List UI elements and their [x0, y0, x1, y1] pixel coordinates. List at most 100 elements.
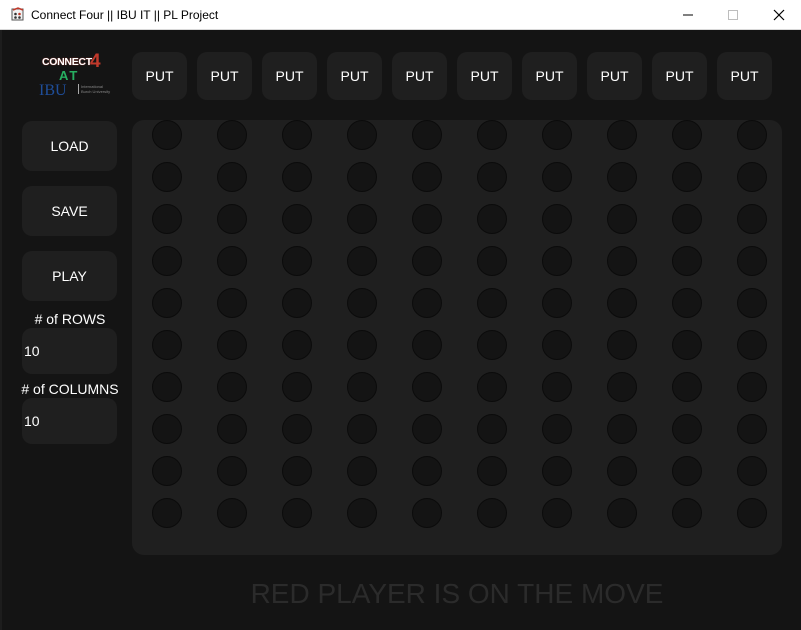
board-cell[interactable] [542, 456, 572, 486]
board-cell[interactable] [217, 204, 247, 234]
close-button[interactable] [756, 0, 801, 30]
board-cell[interactable] [412, 330, 442, 360]
board-cell[interactable] [477, 498, 507, 528]
board-cell[interactable] [542, 414, 572, 444]
board-cell[interactable] [217, 330, 247, 360]
board-cell[interactable] [217, 120, 247, 150]
play-button[interactable]: PLAY [22, 251, 117, 301]
board-cell[interactable] [477, 246, 507, 276]
board-cell[interactable] [607, 204, 637, 234]
board-cell[interactable] [152, 330, 182, 360]
board-cell[interactable] [217, 498, 247, 528]
put-button-col-6[interactable]: PUT [457, 52, 512, 100]
columns-input[interactable] [22, 398, 117, 444]
board-cell[interactable] [412, 204, 442, 234]
board-cell[interactable] [607, 498, 637, 528]
board-cell[interactable] [672, 246, 702, 276]
board-cell[interactable] [607, 288, 637, 318]
board-cell[interactable] [477, 204, 507, 234]
board-cell[interactable] [672, 372, 702, 402]
board-cell[interactable] [607, 414, 637, 444]
board-cell[interactable] [672, 498, 702, 528]
board-cell[interactable] [542, 288, 572, 318]
put-button-col-5[interactable]: PUT [392, 52, 447, 100]
board-cell[interactable] [477, 162, 507, 192]
put-button-col-8[interactable]: PUT [587, 52, 642, 100]
board-cell[interactable] [737, 414, 767, 444]
board-cell[interactable] [412, 414, 442, 444]
board-cell[interactable] [152, 204, 182, 234]
board-cell[interactable] [477, 120, 507, 150]
board-cell[interactable] [477, 414, 507, 444]
board-cell[interactable] [542, 162, 572, 192]
board-cell[interactable] [282, 120, 312, 150]
board-cell[interactable] [217, 246, 247, 276]
board-cell[interactable] [217, 372, 247, 402]
put-button-col-3[interactable]: PUT [262, 52, 317, 100]
board-cell[interactable] [412, 498, 442, 528]
board-cell[interactable] [152, 498, 182, 528]
board-cell[interactable] [347, 162, 377, 192]
board-cell[interactable] [282, 204, 312, 234]
board-cell[interactable] [412, 120, 442, 150]
board-cell[interactable] [607, 330, 637, 360]
board-cell[interactable] [347, 120, 377, 150]
put-button-col-7[interactable]: PUT [522, 52, 577, 100]
board-cell[interactable] [217, 288, 247, 318]
board-cell[interactable] [347, 330, 377, 360]
board-cell[interactable] [412, 288, 442, 318]
put-button-col-1[interactable]: PUT [132, 52, 187, 100]
board-cell[interactable] [737, 288, 767, 318]
board-cell[interactable] [282, 372, 312, 402]
board-cell[interactable] [412, 456, 442, 486]
rows-input[interactable] [22, 328, 117, 374]
board-cell[interactable] [282, 246, 312, 276]
board-cell[interactable] [412, 162, 442, 192]
board-cell[interactable] [737, 498, 767, 528]
put-button-col-9[interactable]: PUT [652, 52, 707, 100]
board-cell[interactable] [737, 162, 767, 192]
board-cell[interactable] [607, 162, 637, 192]
board-cell[interactable] [347, 498, 377, 528]
board-cell[interactable] [282, 288, 312, 318]
board-cell[interactable] [672, 456, 702, 486]
board-cell[interactable] [737, 372, 767, 402]
board-cell[interactable] [152, 288, 182, 318]
minimize-button[interactable] [665, 0, 711, 30]
board-cell[interactable] [737, 204, 767, 234]
board-cell[interactable] [152, 456, 182, 486]
board-cell[interactable] [477, 372, 507, 402]
put-button-col-4[interactable]: PUT [327, 52, 382, 100]
board-cell[interactable] [152, 120, 182, 150]
board-cell[interactable] [542, 498, 572, 528]
board-cell[interactable] [412, 246, 442, 276]
board-cell[interactable] [282, 456, 312, 486]
board-cell[interactable] [217, 414, 247, 444]
board-cell[interactable] [152, 162, 182, 192]
board-cell[interactable] [347, 414, 377, 444]
board-cell[interactable] [737, 330, 767, 360]
board-cell[interactable] [542, 204, 572, 234]
board-cell[interactable] [217, 456, 247, 486]
board-cell[interactable] [152, 372, 182, 402]
board-cell[interactable] [412, 372, 442, 402]
board-cell[interactable] [737, 456, 767, 486]
maximize-button[interactable] [710, 0, 756, 30]
board-cell[interactable] [737, 120, 767, 150]
board-cell[interactable] [672, 330, 702, 360]
board-cell[interactable] [737, 246, 767, 276]
board-cell[interactable] [672, 414, 702, 444]
put-button-col-10[interactable]: PUT [717, 52, 772, 100]
save-button[interactable]: SAVE [22, 186, 117, 236]
board-cell[interactable] [542, 246, 572, 276]
board-cell[interactable] [347, 372, 377, 402]
board-cell[interactable] [347, 204, 377, 234]
board-cell[interactable] [477, 288, 507, 318]
board-cell[interactable] [477, 456, 507, 486]
board-cell[interactable] [607, 120, 637, 150]
board-cell[interactable] [672, 162, 702, 192]
board-cell[interactable] [347, 288, 377, 318]
board-cell[interactable] [477, 330, 507, 360]
board-cell[interactable] [282, 498, 312, 528]
put-button-col-2[interactable]: PUT [197, 52, 252, 100]
